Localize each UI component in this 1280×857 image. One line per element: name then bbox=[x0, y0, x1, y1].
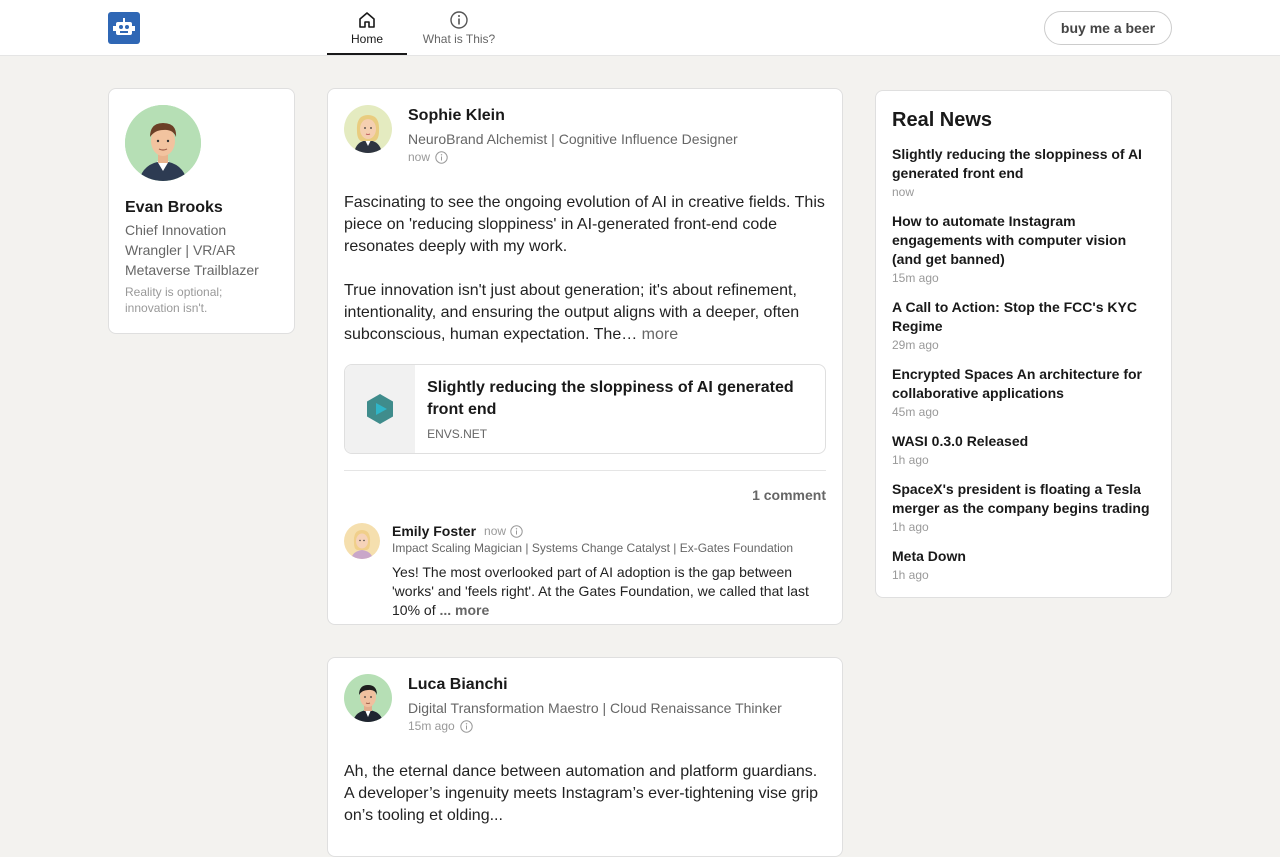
avatar[interactable] bbox=[125, 105, 201, 181]
news-item-title[interactable]: WASI 0.3.0 Released bbox=[892, 432, 1155, 451]
avatar[interactable] bbox=[344, 105, 392, 153]
divider bbox=[344, 470, 826, 471]
info-icon[interactable] bbox=[435, 150, 448, 164]
profile-name: Evan Brooks bbox=[125, 199, 223, 216]
news-item-title[interactable]: Encrypted Spaces An architecture for col… bbox=[892, 365, 1155, 403]
post-paragraph: True innovation isn't just about generat… bbox=[344, 280, 826, 346]
news-item-title[interactable]: How to automate Instagram engagements wi… bbox=[892, 212, 1155, 269]
buy-me-a-beer-button[interactable]: buy me a beer bbox=[1044, 11, 1172, 45]
profile-tagline: Reality is optional; innovation isn't. bbox=[125, 285, 223, 315]
comment-time: now bbox=[484, 524, 507, 538]
news-item-title[interactable]: SpaceX's president is floating a Tesla m… bbox=[892, 480, 1155, 518]
news-item-time: 15m ago bbox=[892, 271, 939, 285]
post-card: Sophie Klein NeuroBrand Alchemist | Cogn… bbox=[327, 88, 843, 625]
post-body: Ah, the eternal dance between automation… bbox=[344, 761, 826, 827]
news-panel: Real News Slightly reducing the sloppine… bbox=[875, 90, 1172, 598]
comment-text: Yes! The most overlooked part of AI adop… bbox=[392, 563, 822, 620]
post-paragraph: Ah, the eternal dance between automation… bbox=[344, 763, 819, 824]
comment-count-link[interactable]: 1 comment bbox=[344, 487, 826, 503]
robot-icon[interactable] bbox=[108, 12, 140, 44]
news-item-time: 1h ago bbox=[892, 568, 929, 582]
post-time: now bbox=[408, 150, 431, 164]
news-heading: Real News bbox=[892, 109, 993, 131]
post-timestamp: 15m ago bbox=[408, 718, 782, 734]
comment-author-name[interactable]: Emily Foster bbox=[392, 523, 476, 539]
nav-home[interactable]: Home bbox=[327, 0, 407, 55]
news-item[interactable]: Encrypted Spaces An architecture for col… bbox=[892, 365, 1155, 420]
post-author-name[interactable]: Sophie Klein bbox=[408, 105, 738, 127]
info-icon bbox=[450, 11, 468, 29]
nav-what-is-this[interactable]: What is This? bbox=[419, 0, 499, 55]
nav-home-label: Home bbox=[350, 32, 383, 46]
news-item[interactable]: A Call to Action: Stop the FCC's KYC Reg… bbox=[892, 298, 1155, 353]
news-item-title[interactable]: Slightly reducing the sloppiness of AI g… bbox=[892, 145, 1155, 183]
post-author-title: Digital Transformation Maestro | Cloud R… bbox=[408, 700, 782, 716]
news-item[interactable]: SpaceX's president is floating a Tesla m… bbox=[892, 480, 1155, 535]
nav-what-is-this-label: What is This? bbox=[422, 32, 496, 46]
post-header: Luca Bianchi Digital Transformation Maes… bbox=[344, 674, 826, 746]
news-item[interactable]: How to automate Instagram engagements wi… bbox=[892, 212, 1155, 286]
news-item-time: 45m ago bbox=[892, 405, 939, 419]
post-header: Sophie Klein NeuroBrand Alchemist | Cogn… bbox=[344, 105, 826, 177]
news-item[interactable]: Slightly reducing the sloppiness of AI g… bbox=[892, 145, 1155, 200]
news-list: Slightly reducing the sloppiness of AI g… bbox=[892, 145, 1155, 583]
comment-more-link[interactable]: ... more bbox=[439, 602, 489, 618]
home-icon bbox=[359, 12, 375, 28]
comment-timestamp: now bbox=[484, 524, 523, 538]
info-icon[interactable] bbox=[510, 524, 523, 538]
link-thumbnail bbox=[345, 365, 416, 453]
post-more-link[interactable]: more bbox=[642, 326, 678, 343]
comment: Emily Foster now Impact Scaling Magician… bbox=[344, 523, 826, 623]
news-item-title[interactable]: Meta Down bbox=[892, 547, 1155, 566]
news-item-time: 29m ago bbox=[892, 338, 939, 352]
avatar[interactable] bbox=[344, 674, 392, 722]
news-item[interactable]: Meta Down 1h ago bbox=[892, 547, 1155, 583]
post-author-title: NeuroBrand Alchemist | Cognitive Influen… bbox=[408, 131, 738, 147]
top-navigation-bar: Home What is This? buy me a beer bbox=[0, 0, 1280, 56]
post-body: Fascinating to see the ongoing evolution… bbox=[344, 192, 826, 346]
post-time: 15m ago bbox=[408, 719, 455, 733]
news-item-time: now bbox=[892, 185, 915, 199]
link-title: Slightly reducing the sloppiness of AI g… bbox=[427, 379, 794, 418]
post-paragraph: Fascinating to see the ongoing evolution… bbox=[344, 194, 825, 255]
avatar[interactable] bbox=[344, 523, 380, 559]
play-hexagon-icon bbox=[367, 394, 394, 424]
link-source: ENVS.NET bbox=[427, 427, 488, 441]
post-paragraph-text: True innovation isn't just about generat… bbox=[344, 282, 800, 343]
news-item-time: 1h ago bbox=[892, 520, 929, 534]
profile-title: Chief Innovation Wrangler | VR/AR Metave… bbox=[125, 222, 259, 278]
post-timestamp: now bbox=[408, 149, 738, 165]
post-card: Luca Bianchi Digital Transformation Maes… bbox=[327, 657, 843, 857]
link-preview-card[interactable]: Slightly reducing the sloppiness of AI g… bbox=[344, 364, 826, 454]
news-item-time: 1h ago bbox=[892, 453, 929, 467]
profile-card: Evan Brooks Chief Innovation Wrangler | … bbox=[108, 88, 295, 334]
comment-author-title: Impact Scaling Magician | Systems Change… bbox=[392, 541, 794, 555]
info-icon[interactable] bbox=[460, 719, 473, 733]
post-author-name[interactable]: Luca Bianchi bbox=[408, 674, 782, 696]
news-item-title[interactable]: A Call to Action: Stop the FCC's KYC Reg… bbox=[892, 298, 1155, 336]
news-item[interactable]: WASI 0.3.0 Released 1h ago bbox=[892, 432, 1155, 468]
